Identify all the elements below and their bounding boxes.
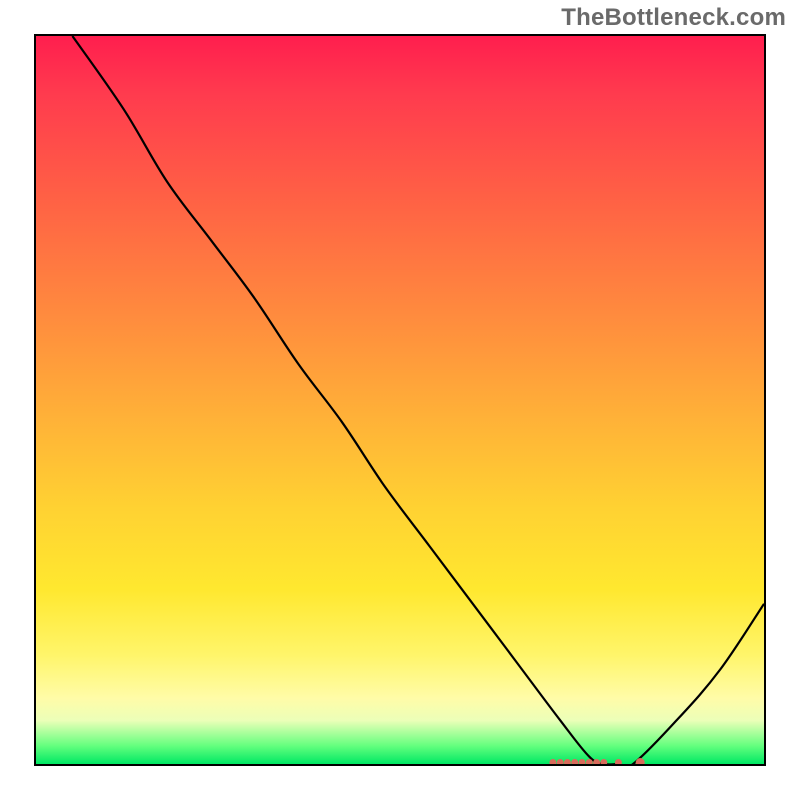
curve-marker [564,759,571,764]
curve-marker [557,759,564,764]
curve-marker [579,759,586,764]
bottleneck-curve [36,36,764,764]
plot-area [34,34,766,766]
chart-frame: TheBottleneck.com [0,0,800,800]
curve-path [72,36,764,764]
curve-marker [615,759,622,764]
watermark-text: TheBottleneck.com [561,4,786,32]
curve-marker [571,759,578,764]
curve-marker [549,759,556,764]
curve-marker [636,758,645,764]
curve-marker [600,759,607,764]
marker-group [549,758,644,764]
